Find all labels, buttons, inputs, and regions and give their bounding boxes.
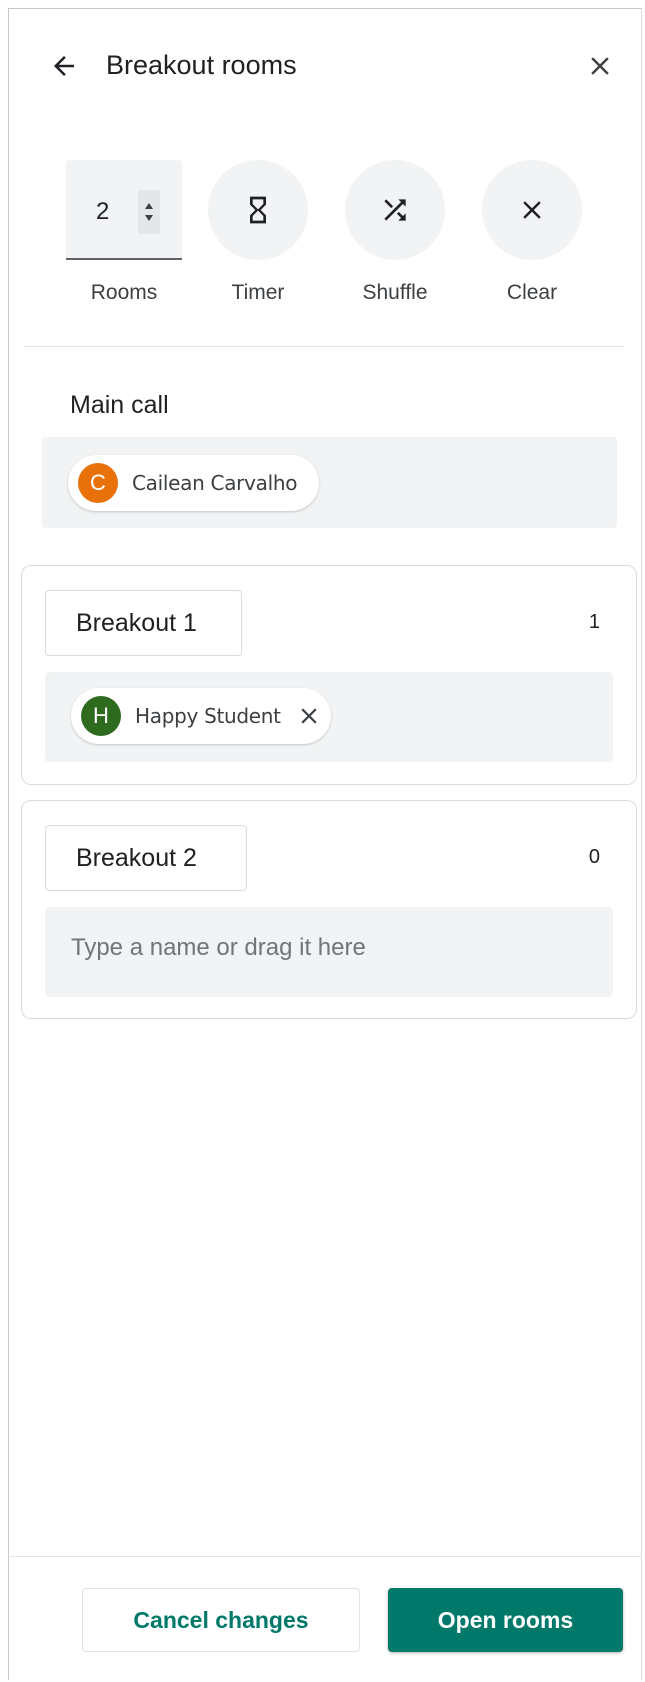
close-button[interactable]: [578, 44, 622, 88]
clear-label: Clear: [506, 281, 558, 304]
clear-icon: [523, 201, 541, 219]
room-name-field[interactable]: Breakout 2: [45, 825, 247, 891]
rooms-stepper[interactable]: 2: [66, 160, 182, 260]
hourglass-icon: [250, 196, 266, 224]
clear-button[interactable]: [482, 160, 582, 260]
room-name-field[interactable]: Breakout 1: [45, 590, 242, 656]
arrow-back-icon: [54, 56, 74, 76]
avatar: C: [78, 463, 118, 503]
timer-label: Timer: [231, 281, 285, 304]
back-button[interactable]: [42, 44, 86, 88]
participant-chip[interactable]: H Happy Student: [71, 688, 331, 744]
add-participant-input[interactable]: [71, 934, 591, 962]
increment-arrow-icon[interactable]: [144, 202, 154, 210]
participant-name: Happy Student: [135, 704, 281, 728]
remove-participant-button[interactable]: [295, 702, 323, 730]
room-participant-count: 0: [588, 846, 600, 868]
rooms-count-value: 2: [96, 198, 110, 225]
controls-divider: [24, 346, 624, 347]
timer-button[interactable]: [208, 160, 308, 260]
main-call-title: Main call: [70, 391, 169, 419]
open-rooms-button[interactable]: Open rooms: [388, 1588, 623, 1652]
footer-divider: [8, 1556, 642, 1557]
breakout-room-card: Breakout 2 0: [21, 800, 637, 1019]
participant-name: Cailean Carvalho: [132, 471, 298, 495]
participant-chip[interactable]: C Cailean Carvalho: [68, 455, 320, 511]
breakout-room-card: Breakout 1 1 H Happy Student: [21, 565, 637, 785]
cancel-changes-button[interactable]: Cancel changes: [82, 1588, 360, 1652]
room-participant-count: 1: [588, 611, 600, 633]
shuffle-label: Shuffle: [362, 281, 428, 304]
stepper-arrows[interactable]: [138, 190, 160, 234]
decrement-arrow-icon[interactable]: [144, 214, 154, 222]
room-participants-area[interactable]: [45, 907, 613, 997]
avatar: H: [81, 696, 121, 736]
panel-title: Breakout rooms: [106, 50, 297, 80]
rooms-label: Rooms: [90, 281, 158, 304]
shuffle-icon: [384, 199, 406, 221]
room-participants-area[interactable]: H Happy Student: [45, 672, 613, 762]
shuffle-button[interactable]: [345, 160, 445, 260]
main-call-participants[interactable]: C Cailean Carvalho: [42, 437, 617, 528]
close-icon: [301, 708, 317, 724]
close-icon: [591, 57, 609, 75]
